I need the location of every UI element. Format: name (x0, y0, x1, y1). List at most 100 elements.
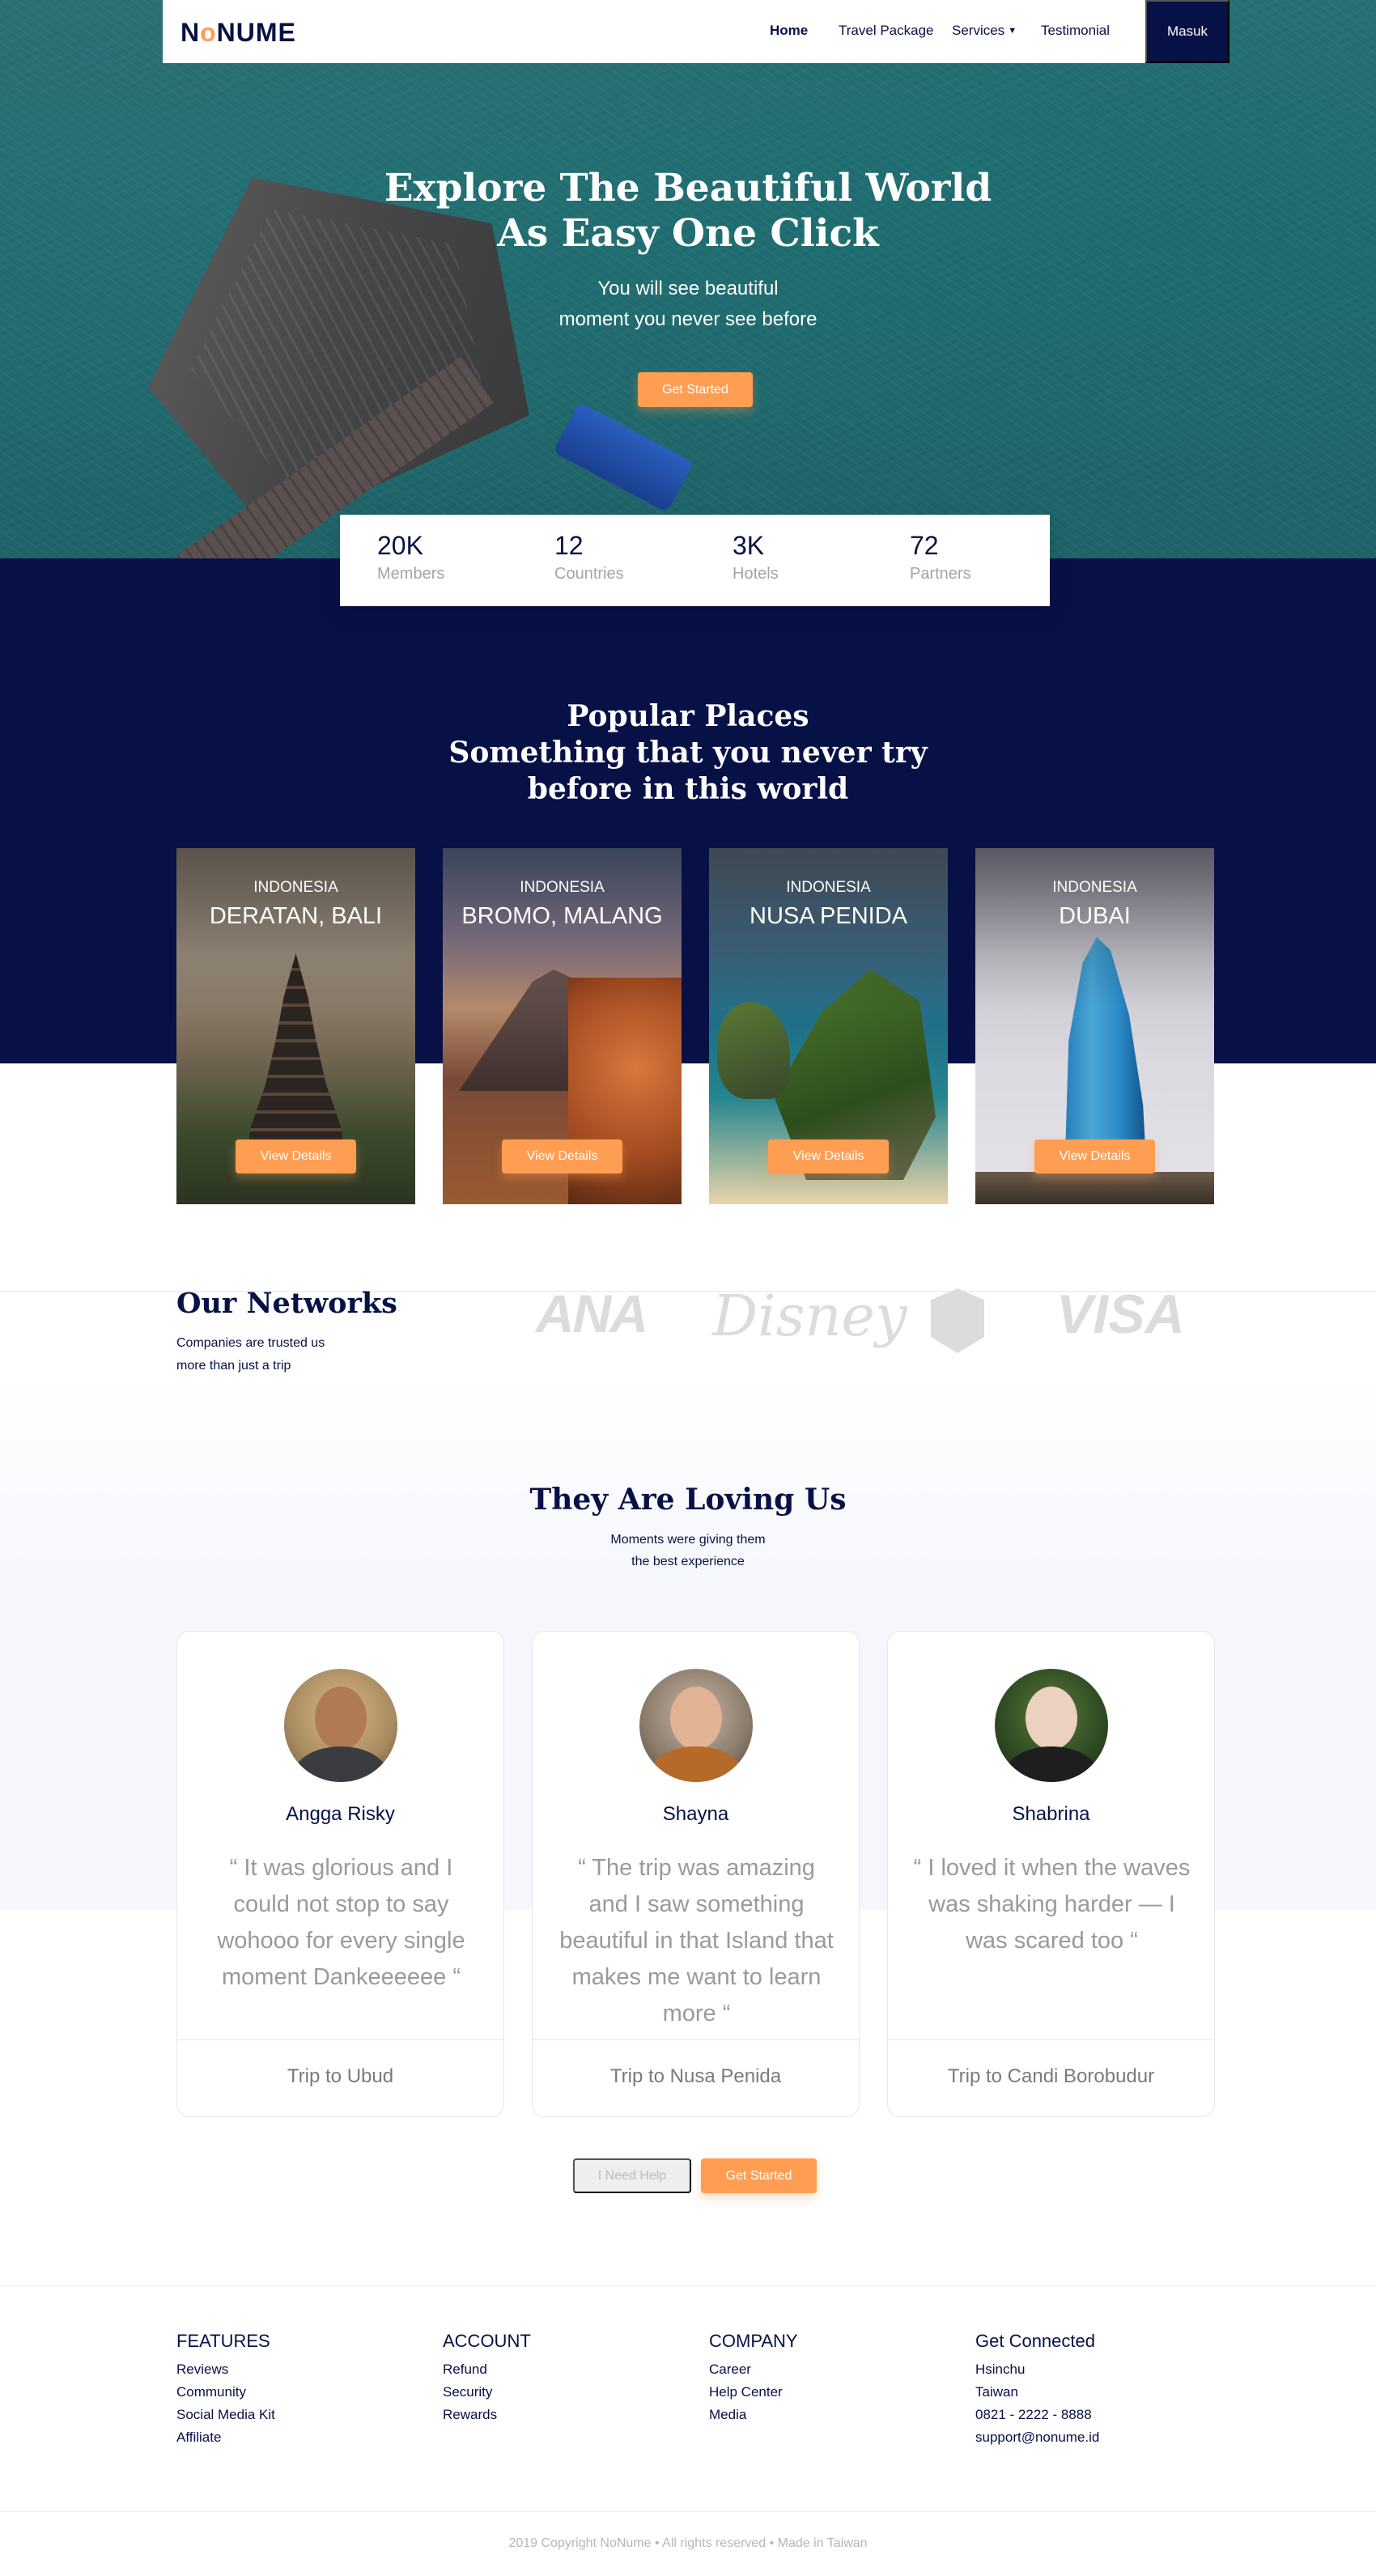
login-button[interactable]: Masuk (1145, 0, 1229, 63)
footer-text: Taiwan (975, 2384, 1018, 2400)
card-country: INDONESIA (253, 879, 338, 896)
hero-section: Explore The Beautiful World As Easy One … (0, 0, 1376, 558)
avatar-body (294, 1746, 388, 1782)
avatar-face (315, 1687, 367, 1750)
stat-label: Countries (554, 565, 624, 583)
networks-description: Companies are trusted us more than just … (176, 1332, 325, 1377)
footer-text: Hsinchu (975, 2362, 1026, 2377)
card-city: DERATAN, BALI (209, 903, 383, 929)
card-city: BROMO, MALANG (461, 903, 663, 929)
card-city: DUBAI (1059, 903, 1131, 929)
footer-col-company: COMPANY Career Help Center Media (709, 2331, 798, 2426)
testimonial-quote: “ I loved it when the waves was shaking … (913, 1855, 1191, 1954)
testimonial-trip: Trip to Ubud (287, 2065, 394, 2087)
need-help-button[interactable]: I Need Help (573, 2158, 691, 2193)
stat-countries: 12 Countries (554, 531, 624, 584)
footer-phone[interactable]: 0821 - 2222 - 8888 (975, 2404, 1099, 2426)
footer-heading: Get Connected (975, 2331, 1095, 2351)
shield-logo-icon (931, 1288, 984, 1353)
avatar (995, 1669, 1108, 1782)
networks-title: Our Networks (176, 1287, 397, 1320)
testimonial-trip: Trip to Nusa Penida (609, 2065, 782, 2087)
stat-value: 20K (377, 531, 423, 560)
stat-value: 3K (733, 531, 765, 560)
stat-value: 72 (910, 531, 939, 560)
footer-heading: FEATURES (176, 2331, 270, 2351)
stat-label: Partners (910, 565, 971, 583)
hero-title-line-1: Explore The Beautiful World (384, 166, 992, 210)
footer-heading: ACCOUNT (443, 2331, 531, 2351)
footer-email[interactable]: support@nonume.id (975, 2426, 1099, 2449)
place-card-bali[interactable]: INDONESIA DERATAN, BALI View Details (176, 848, 415, 1204)
testimonial-card-shabrina: Shabrina “ I loved it when the waves was… (887, 1631, 1215, 2117)
stat-label: Members (377, 565, 445, 583)
card-city: NUSA PENIDA (750, 903, 907, 929)
logo-text: NUME (216, 18, 296, 47)
stat-value: 12 (554, 531, 584, 560)
footer-link[interactable]: Community (176, 2381, 275, 2404)
hero-get-started-button[interactable]: Get Started (638, 372, 753, 407)
nav-travel-package-link[interactable]: Travel Package (839, 23, 933, 39)
popular-title: Popular Places Something that you never … (0, 698, 1376, 808)
stat-members: 20K Members (377, 531, 444, 584)
hero-subtitle-line-1: You will see beautiful (597, 278, 779, 299)
hero-title-line-2: As Easy One Click (497, 211, 879, 256)
copyright-text: 2019 Copyright NoNume • All rights reser… (508, 2536, 868, 2550)
testimonials-sub-line-1: Moments were giving them (610, 1533, 766, 1547)
footer-link[interactable]: Help Center (709, 2381, 798, 2404)
place-card-bromo[interactable]: INDONESIA BROMO, MALANG View Details (443, 848, 682, 1204)
popular-title-line-3: before in this world (527, 772, 849, 806)
avatar-body (1004, 1746, 1098, 1782)
testimonials-sub-line-2: the best experience (631, 1555, 745, 1568)
view-details-button[interactable]: View Details (502, 1139, 622, 1173)
footer-link[interactable]: Media (709, 2404, 798, 2426)
popular-title-line-1: Popular Places (567, 699, 809, 733)
stat-hotels: 3K Hotels (733, 531, 779, 584)
logo-pin-icon: o (200, 18, 217, 47)
networks-desc-line-2: more than just a trip (176, 1359, 291, 1373)
caret-down-icon: ▼ (1008, 26, 1017, 36)
testimonial-name: Shayna (662, 1803, 729, 1825)
disney-logo: Disney (712, 1283, 907, 1349)
view-details-button[interactable]: View Details (1034, 1139, 1155, 1173)
stat-label: Hotels (733, 565, 779, 583)
avatar-face (670, 1687, 722, 1750)
footer-link[interactable]: Refund (443, 2358, 531, 2381)
card-country: INDONESIA (1052, 879, 1137, 896)
hero-subtitle: You will see beautiful moment you never … (0, 274, 1376, 335)
networks-desc-line-1: Companies are trusted us (176, 1336, 325, 1350)
avatar-face (1026, 1687, 1077, 1750)
footer-divider (0, 2285, 1376, 2286)
nav-home-link[interactable]: Home (770, 23, 808, 39)
testimonials-subtitle: Moments were giving them the best experi… (0, 1529, 1376, 1572)
view-details-button[interactable]: View Details (768, 1139, 889, 1173)
testimonial-quote: “ The trip was amazing and I saw somethi… (559, 1855, 834, 2026)
footer-link[interactable]: Rewards (443, 2404, 531, 2426)
place-card-nusa-penida[interactable]: INDONESIA NUSA PENIDA View Details (709, 848, 948, 1204)
testimonial-quote: “ It was glorious and I could not stop t… (217, 1855, 465, 1990)
footer-link[interactable]: Reviews (176, 2358, 275, 2381)
footer-link[interactable]: Affiliate (176, 2426, 275, 2449)
testimonial-card-shayna: Shayna “ The trip was amazing and I saw … (532, 1631, 860, 2117)
view-details-button[interactable]: View Details (236, 1139, 356, 1173)
avatar (639, 1669, 753, 1782)
nav-services-dropdown[interactable]: Services ▼ (952, 23, 1017, 39)
footer-col-connected: Get Connected Hsinchu Taiwan 0821 - 2222… (975, 2331, 1099, 2449)
hero-title: Explore The Beautiful World As Easy One … (0, 166, 1376, 257)
popular-title-line-2: Something that you never try (448, 736, 928, 770)
get-started-button[interactable]: Get Started (701, 2158, 817, 2193)
footer-link[interactable]: Career (709, 2358, 798, 2381)
testimonial-name: Shabrina (1012, 1803, 1090, 1825)
footer-col-account: ACCOUNT Refund Security Rewards (443, 2331, 531, 2426)
footer-heading: COMPANY (709, 2331, 798, 2351)
place-card-dubai[interactable]: INDONESIA DUBAI View Details (975, 848, 1214, 1204)
footer-link[interactable]: Security (443, 2381, 531, 2404)
avatar (284, 1669, 397, 1782)
footer-link[interactable]: Social Media Kit (176, 2404, 275, 2426)
footer-col-features: FEATURES Reviews Community Social Media … (176, 2331, 275, 2449)
card-divider (177, 2039, 503, 2040)
hero-subtitle-line-2: moment you never see before (558, 308, 818, 330)
nav-testimonial-link[interactable]: Testimonial (1041, 23, 1110, 39)
card-divider (533, 2039, 859, 2040)
logo[interactable]: NoNUME (180, 18, 296, 48)
